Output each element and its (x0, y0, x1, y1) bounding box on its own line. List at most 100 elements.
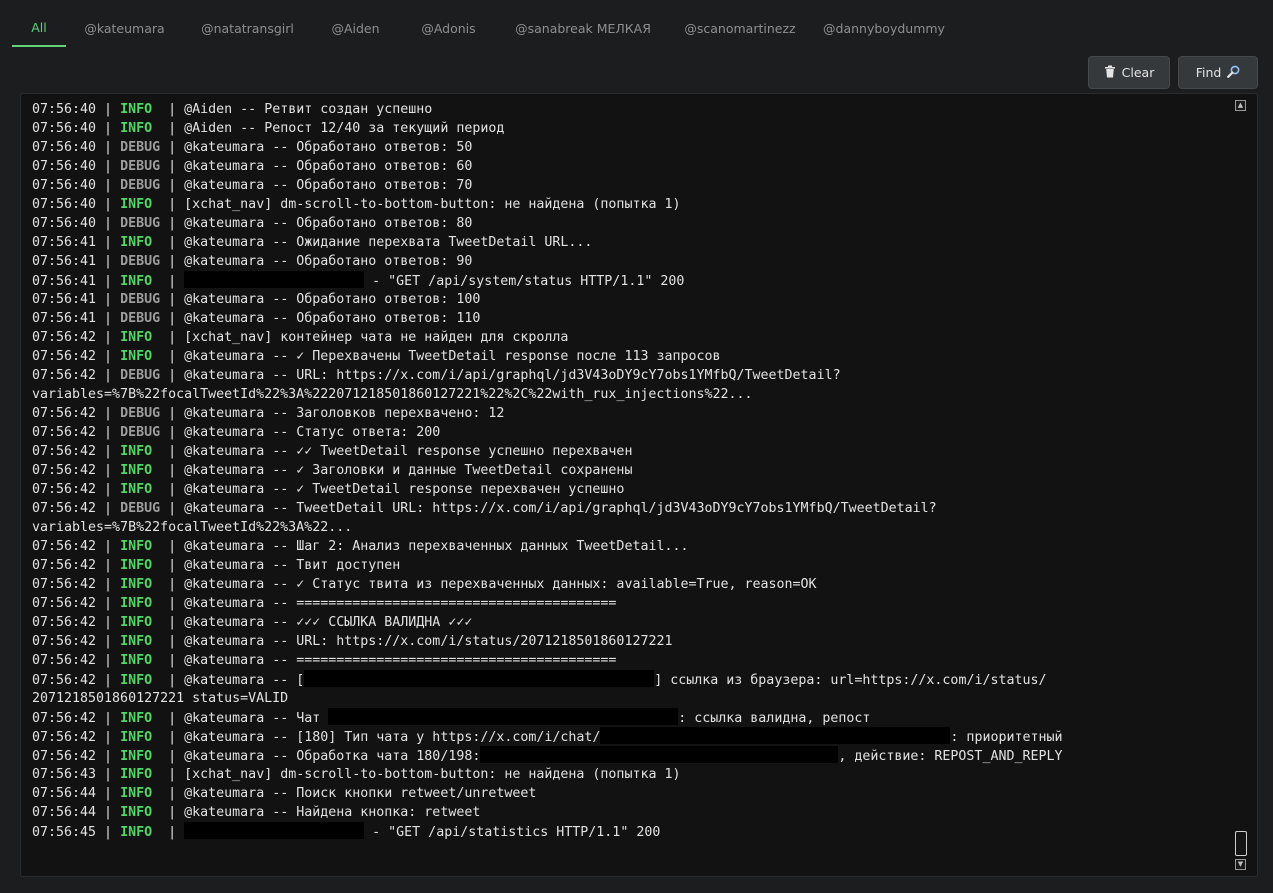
log-message: : ссылка валидна, репост (678, 711, 871, 726)
redacted-block (480, 746, 839, 763)
tab-aiden[interactable]: @Aiden (312, 10, 399, 47)
log-level: INFO (120, 463, 153, 478)
log-line: 07:56:42 | INFO | @kateumara -- URL: htt… (32, 634, 673, 649)
log-time: 07:56:42 (32, 425, 97, 440)
log-message: - "GET /api/system/status HTTP/1.1" 200 (364, 274, 685, 289)
log-level: INFO (120, 558, 153, 573)
log-time: 07:56:42 (32, 749, 97, 764)
redacted-block (328, 708, 679, 725)
log-time: 07:56:45 (32, 825, 97, 840)
redacted-block (184, 822, 365, 839)
tab-sanabreak[interactable]: @sanabreak МЕЛКАЯ (498, 10, 668, 47)
log-time: 07:56:42 (32, 539, 97, 554)
log-message: @kateumara -- Твит доступен (184, 558, 401, 573)
log-line: 07:56:42 | INFO | @kateumara -- ✓ Перехв… (32, 349, 721, 364)
log-line: 07:56:41 | DEBUG | @kateumara -- Обработ… (32, 254, 473, 269)
log-level: INFO (120, 349, 153, 364)
log-line: 07:56:44 | INFO | @kateumara -- Найдена … (32, 805, 481, 820)
log-line: 07:56:42 | INFO | @kateumara -- ========… (32, 653, 617, 668)
log-time: 07:56:40 (32, 178, 97, 193)
log-line: 07:56:45 | INFO | - "GET /api/statistics… (32, 822, 1227, 841)
log-line: 07:56:42 | INFO | @kateumara -- ✓ Статус… (32, 577, 817, 592)
log-message: @Aiden -- Ретвит создан успешно (184, 102, 433, 117)
log-continuation: variables=%7B%22focalTweetId%22%3A%22... (32, 520, 353, 535)
log-time: 07:56:42 (32, 558, 97, 573)
tab-natatransgirl[interactable]: @natatransgirl (183, 10, 312, 47)
scroll-down-icon[interactable]: ▼ (1235, 859, 1246, 870)
log-level: INFO (120, 274, 153, 289)
tab-adonis[interactable]: @Adonis (399, 10, 498, 47)
log-message: @kateumara -- Чат (184, 711, 329, 726)
log-message: @kateumara -- [ (184, 673, 305, 688)
log-time: 07:56:42 (32, 444, 97, 459)
log-message: @Aiden -- Репост 12/40 за текущий период (184, 121, 505, 136)
log-level: INFO (120, 539, 153, 554)
clear-button[interactable]: Clear (1088, 56, 1170, 89)
log-message: @kateumara -- ✓ TweetDetail response пер… (184, 482, 625, 497)
log-line: 07:56:41 | DEBUG | @kateumara -- Обработ… (32, 311, 481, 326)
tab-scanomartinezz[interactable]: @scanomartinezz (668, 10, 812, 47)
log-message: [xchat_nav] dm-scroll-to-bottom-button: … (184, 197, 681, 212)
log-level: DEBUG (120, 311, 161, 326)
log-level: INFO (120, 730, 153, 745)
log-scrollbar[interactable]: ▲ ▼ (1235, 100, 1247, 870)
log-level: INFO (120, 767, 153, 782)
log-message: @kateumara -- URL: https://x.com/i/api/g… (184, 368, 841, 383)
log-time: 07:56:41 (32, 311, 97, 326)
log-line: 07:56:42 | INFO | @kateumara -- Чат : сс… (32, 708, 1227, 727)
find-button[interactable]: Find (1178, 56, 1258, 89)
log-time: 07:56:42 (32, 501, 97, 516)
log-message: @kateumara -- Обработано ответов: 90 (184, 254, 473, 269)
log-level: DEBUG (120, 368, 161, 383)
log-time: 07:56:44 (32, 805, 97, 820)
log-time: 07:56:42 (32, 711, 97, 726)
log-message: @kateumara -- ==========================… (184, 653, 617, 668)
log-time: 07:56:42 (32, 673, 97, 688)
log-level: DEBUG (120, 140, 161, 155)
log-level: INFO (120, 482, 153, 497)
log-time: 07:56:42 (32, 730, 97, 745)
log-level: INFO (120, 673, 153, 688)
log-message: , действие: REPOST_AND_REPLY (838, 749, 1063, 764)
log-line: 07:56:40 | DEBUG | @kateumara -- Обработ… (32, 178, 473, 193)
log-message: [xchat_nav] dm-scroll-to-bottom-button: … (184, 767, 681, 782)
log-level: DEBUG (120, 501, 161, 516)
account-tabs: All @kateumara @natatransgirl @Aiden @Ad… (12, 10, 956, 47)
scroll-thumb[interactable] (1235, 831, 1247, 856)
log-message: @kateumara -- ==========================… (184, 596, 617, 611)
tab-kateumara[interactable]: @kateumara (66, 10, 183, 47)
scroll-up-icon[interactable]: ▲ (1235, 100, 1246, 111)
log-level: DEBUG (120, 406, 161, 421)
log-line: 07:56:42 | INFO | @kateumara -- ✓✓ Tweet… (32, 444, 633, 459)
log-time: 07:56:42 (32, 349, 97, 364)
log-level: DEBUG (120, 216, 161, 231)
log-line: 07:56:40 | INFO | @Aiden -- Репост 12/40… (32, 121, 505, 136)
log-time: 07:56:42 (32, 330, 97, 345)
log-level: DEBUG (120, 159, 161, 174)
log-message: [xchat_nav] контейнер чата не найден для… (184, 330, 569, 345)
log-line: 2071218501860127221 status=VALID (32, 689, 1227, 708)
log-time: 07:56:44 (32, 786, 97, 801)
log-line: 07:56:42 | INFO | @kateumara -- [] ссылк… (32, 670, 1227, 689)
log-message: @kateumara -- URL: https://x.com/i/statu… (184, 634, 673, 649)
log-time: 07:56:42 (32, 406, 97, 421)
log-message: @kateumara -- Ожидание перехвата TweetDe… (184, 235, 593, 250)
log-level: INFO (120, 786, 153, 801)
log-message: @kateumara -- ✓ Статус твита из перехвач… (184, 577, 817, 592)
log-message: @kateumara -- ✓ Заголовки и данные Tweet… (184, 463, 633, 478)
clear-label: Clear (1121, 65, 1155, 80)
log-message: @kateumara -- Обработано ответов: 50 (184, 140, 473, 155)
log-time: 07:56:42 (32, 634, 97, 649)
log-console[interactable]: 07:56:40 | INFO | @Aiden -- Ретвит созда… (20, 93, 1258, 877)
log-level: INFO (120, 749, 153, 764)
redacted-block (184, 271, 365, 288)
log-line: 07:56:42 | INFO | @kateumara -- [180] Ти… (32, 727, 1227, 746)
log-time: 07:56:40 (32, 140, 97, 155)
log-line: 07:56:40 | INFO | [xchat_nav] dm-scroll-… (32, 197, 681, 212)
tab-dannyboydummy[interactable]: @dannyboydummy (812, 10, 956, 47)
tab-all[interactable]: All (12, 10, 66, 47)
log-level: INFO (120, 577, 153, 592)
log-time: 07:56:40 (32, 159, 97, 174)
log-output: 07:56:40 | INFO | @Aiden -- Ретвит созда… (32, 100, 1227, 841)
search-icon (1227, 65, 1240, 81)
